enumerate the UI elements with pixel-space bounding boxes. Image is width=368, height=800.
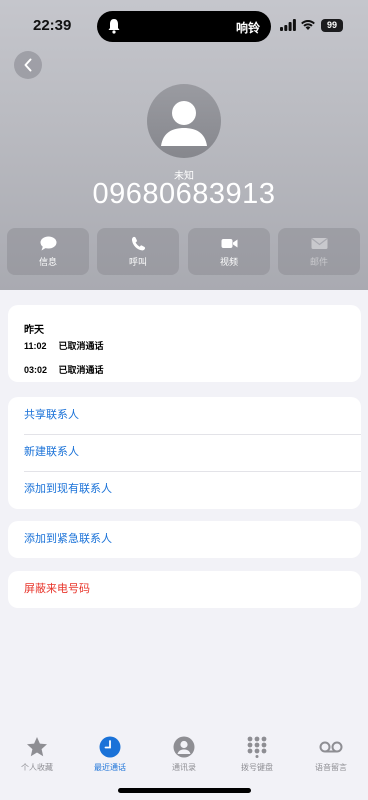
call-status: 已取消通话 [58, 341, 104, 351]
mail-icon [311, 237, 327, 249]
call-time: 03:02 [24, 365, 48, 375]
ringer-label: 响铃 [236, 21, 261, 35]
call-status: 已取消通话 [58, 365, 104, 375]
call-entry: 11:02 已取消通话 [24, 339, 104, 352]
phone-icon [131, 236, 145, 250]
new-contact-button[interactable]: 新建联系人 [8, 434, 361, 471]
person-silhouette-icon [161, 101, 207, 146]
chevron-left-icon [24, 58, 32, 72]
mail-button[interactable]: 邮件 [278, 228, 360, 275]
wifi-icon [301, 20, 315, 30]
clock-icon [99, 736, 121, 758]
call-label: 呼叫 [128, 256, 147, 267]
block-card: 屏蔽来电号码 [8, 571, 361, 608]
add-emergency-contact-button[interactable]: 添加到紧急联系人 [8, 521, 361, 558]
tab-label: 个人收藏 [21, 763, 53, 772]
share-contact-button[interactable]: 共享联系人 [8, 397, 361, 434]
mail-label: 邮件 [309, 256, 328, 267]
contact-options-card: 共享联系人 新建联系人 添加到现有联系人 [8, 397, 361, 509]
cellular-signal-icon [280, 19, 296, 31]
message-label: 信息 [38, 256, 57, 267]
bell-icon [108, 19, 120, 34]
tab-contacts[interactable]: 通讯录 [149, 736, 219, 773]
add-to-existing-contact-button[interactable]: 添加到现有联系人 [8, 471, 361, 508]
tab-favorites[interactable]: 个人收藏 [2, 736, 72, 773]
voicemail-icon [319, 741, 343, 753]
back-button[interactable] [14, 51, 42, 79]
tab-label: 通讯录 [172, 763, 196, 772]
message-button[interactable]: 信息 [7, 228, 89, 275]
avatar [147, 84, 221, 158]
tab-voicemail[interactable]: 语音留言 [296, 736, 366, 773]
tab-keypad[interactable]: 拨号键盘 [222, 736, 292, 773]
emergency-card: 添加到紧急联系人 [8, 521, 361, 558]
home-indicator [118, 788, 251, 793]
video-button[interactable]: 视频 [188, 228, 270, 275]
status-time: 22:39 [33, 17, 72, 34]
recent-calls-card: 昨天 11:02 已取消通话 03:02 已取消通话 [8, 305, 361, 382]
call-button[interactable]: 呼叫 [97, 228, 179, 275]
tab-label: 最近通话 [94, 763, 126, 772]
video-icon [221, 238, 237, 248]
video-label: 视频 [219, 256, 238, 267]
battery-indicator: 99 [321, 19, 343, 32]
keypad-icon [247, 736, 267, 758]
call-entry: 03:02 已取消通话 [24, 363, 104, 376]
recent-day-label: 昨天 [24, 325, 44, 336]
star-icon [27, 737, 47, 757]
call-time: 11:02 [24, 341, 47, 351]
block-caller-button[interactable]: 屏蔽来电号码 [8, 571, 361, 608]
tab-recents[interactable]: 最近通话 [75, 736, 145, 773]
message-icon [40, 236, 56, 250]
person-circle-icon [173, 736, 195, 758]
tab-label: 拨号键盘 [241, 763, 273, 772]
phone-number: 09680683913 [92, 178, 276, 210]
tab-label: 语音留言 [315, 763, 347, 772]
